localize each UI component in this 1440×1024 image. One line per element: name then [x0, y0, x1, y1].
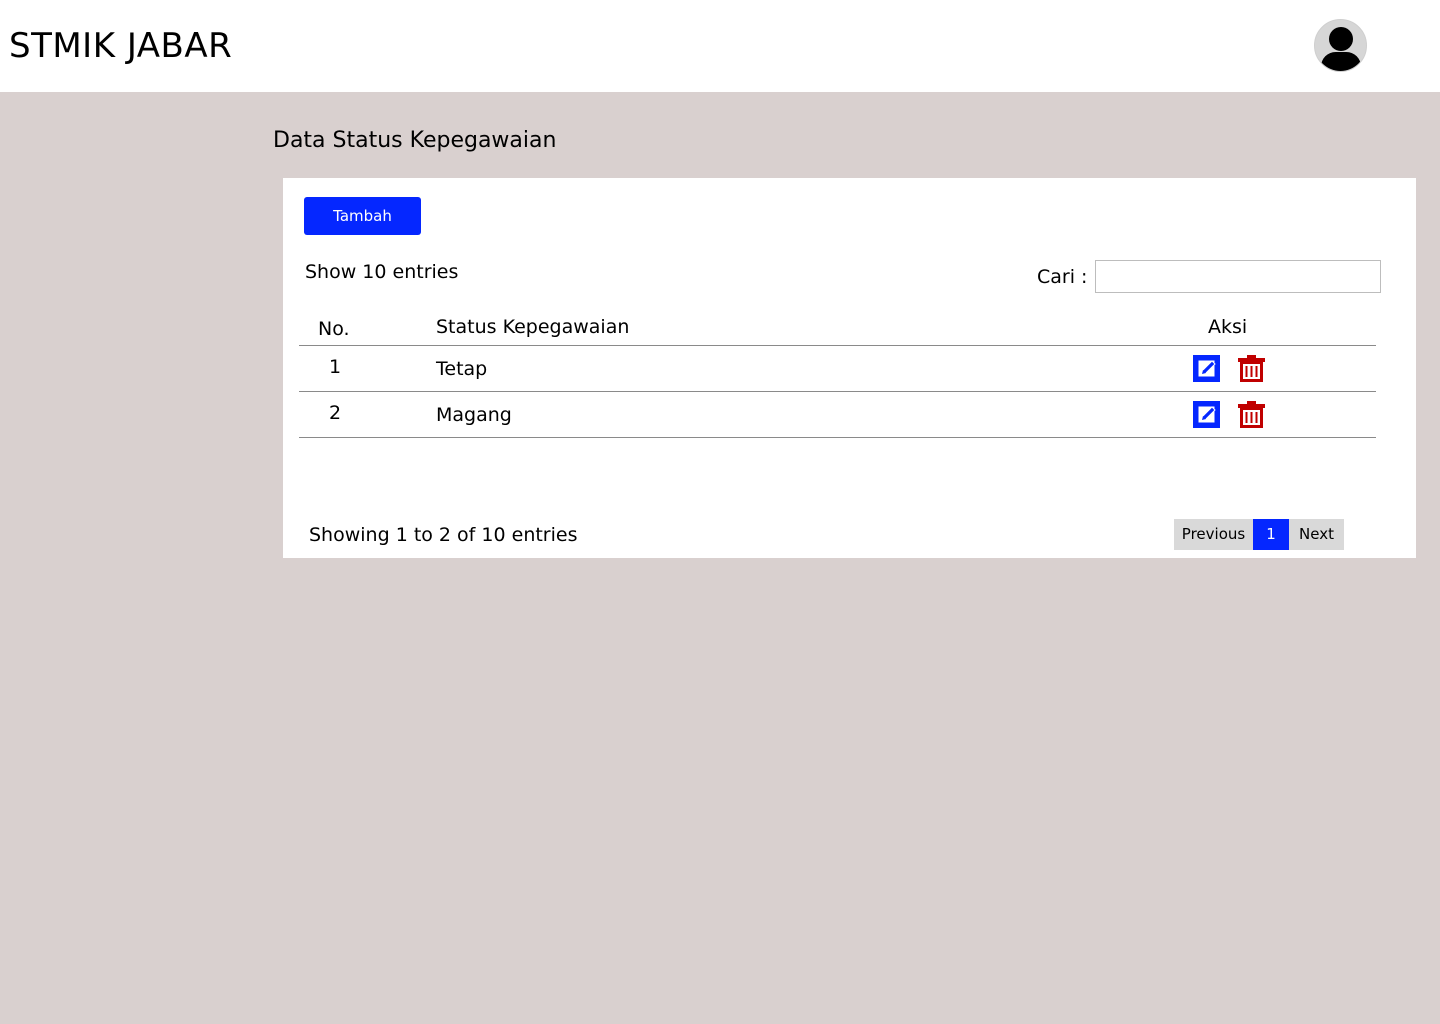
user-avatar-icon[interactable] [1314, 19, 1367, 72]
header-status: Status Kepegawaian [436, 316, 630, 338]
search-input[interactable] [1095, 260, 1381, 293]
edit-icon[interactable] [1193, 355, 1220, 382]
page-title: Data Status Kepegawaian [273, 128, 557, 153]
top-navbar: STMIK JABAR [0, 0, 1440, 92]
avatar-head [1329, 27, 1353, 51]
edit-icon[interactable] [1193, 401, 1220, 428]
row-status: Magang [436, 404, 512, 426]
brand-title: STMIK JABAR [9, 26, 233, 66]
show-entries-label[interactable]: Show 10 entries [305, 260, 458, 284]
previous-button[interactable]: Previous [1174, 519, 1253, 550]
search-label: Cari : [1037, 266, 1088, 288]
table-header: No. Status Kepegawaian Aksi [299, 308, 1376, 346]
avatar-body [1321, 52, 1361, 71]
entries-info: Showing 1 to 2 of 10 entries [309, 524, 578, 546]
header-no: No. [318, 318, 350, 340]
page-1-button[interactable]: 1 [1253, 519, 1289, 550]
delete-icon[interactable] [1238, 401, 1265, 428]
delete-icon[interactable] [1238, 355, 1265, 382]
table-row: 2 Magang [299, 392, 1376, 438]
pagination: Previous 1 Next [1174, 519, 1344, 550]
status-table: No. Status Kepegawaian Aksi 1 Tetap 2 Ma… [299, 308, 1376, 438]
row-no: 2 [329, 402, 342, 424]
content-card: Tambah Show 10 entries Cari : No. Status… [283, 178, 1416, 558]
add-button[interactable]: Tambah [304, 197, 421, 235]
header-aksi: Aksi [1208, 316, 1248, 338]
row-no: 1 [329, 356, 342, 378]
next-button[interactable]: Next [1289, 519, 1344, 550]
row-status: Tetap [436, 358, 488, 380]
table-row: 1 Tetap [299, 346, 1376, 392]
